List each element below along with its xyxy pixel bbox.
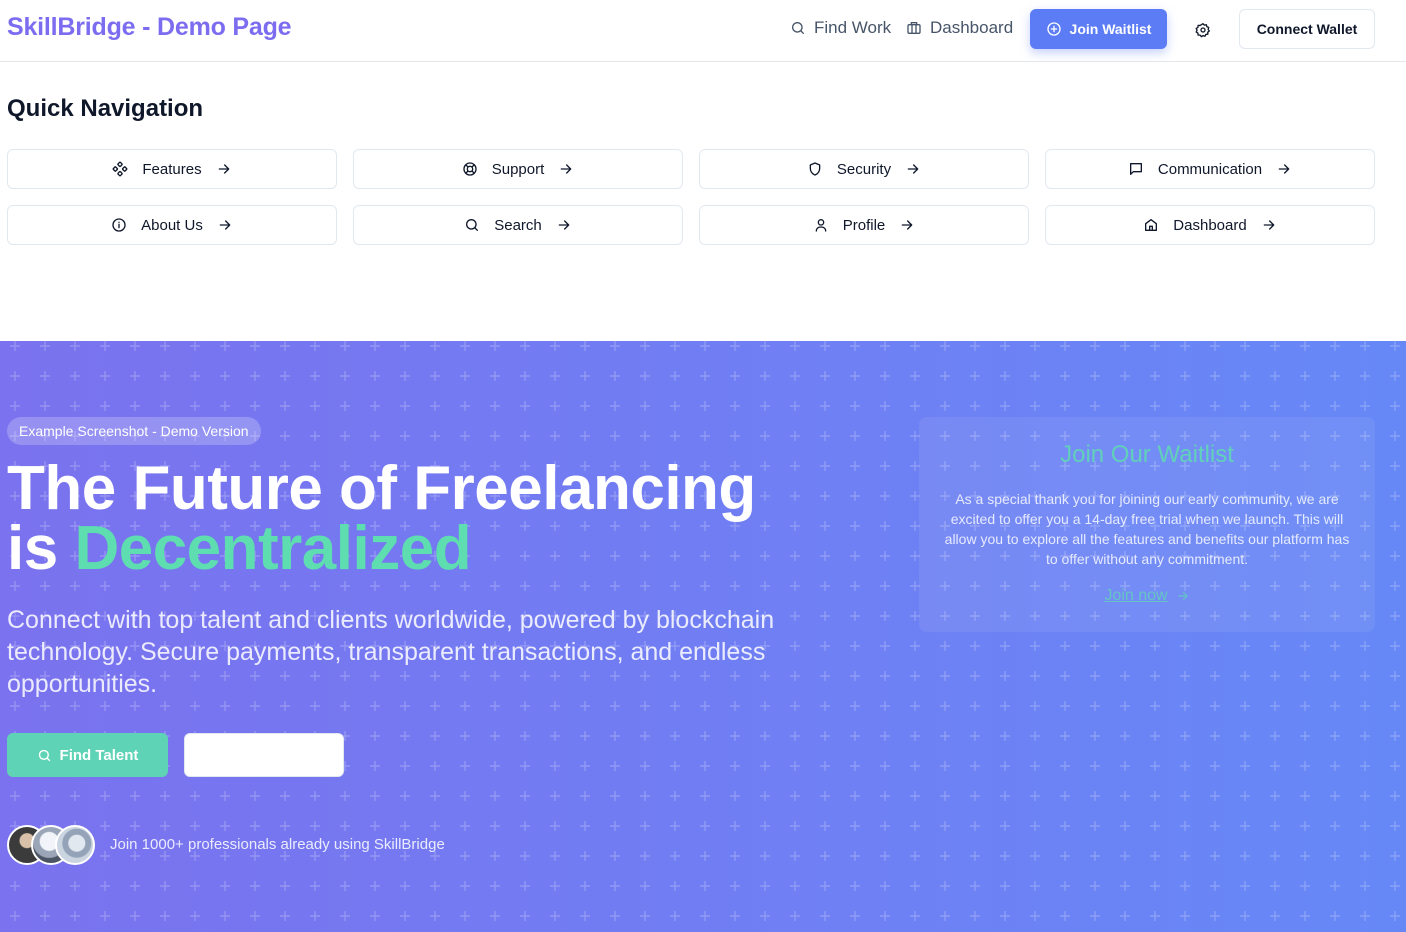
waitlist-card-body: As a special thank you for joining our e…	[944, 491, 1350, 567]
avatar	[55, 825, 95, 865]
quick-nav-about-us[interactable]: About Us	[7, 205, 337, 245]
quick-nav-communication-label: Communication	[1157, 160, 1263, 178]
top-header: SkillBridge - Demo Page Find Work Dashbo…	[0, 0, 1406, 62]
search-icon	[38, 749, 50, 761]
connect-wallet-button[interactable]: Connect Wallet	[1239, 9, 1375, 49]
hero-subtext: Connect with top talent and clients worl…	[7, 606, 775, 698]
plus-circle-icon	[1046, 22, 1061, 36]
arrow-right-icon	[558, 220, 570, 230]
arrow-right-icon	[907, 164, 919, 174]
arrow-right-icon	[1263, 220, 1275, 230]
settings-button[interactable]	[1187, 14, 1219, 46]
home-icon	[1145, 219, 1158, 231]
quick-nav-security-label: Security	[836, 160, 892, 178]
arrow-right-icon	[901, 220, 913, 230]
user-icon	[815, 219, 827, 232]
social-proof-text: Join 1000+ professionals already using S…	[110, 836, 445, 853]
quick-nav-communication[interactable]: Communication	[1045, 149, 1375, 189]
features-icon	[112, 161, 128, 177]
search-icon	[466, 219, 479, 231]
waitlist-card-title: Join Our Waitlist	[1060, 441, 1234, 468]
headline-is: is	[7, 514, 75, 583]
shield-icon	[809, 162, 821, 176]
headline-line-1: The Future of Freelancing	[7, 454, 756, 523]
quick-nav-about-us-label: About Us	[141, 216, 203, 234]
nav-dashboard[interactable]: Dashboard	[906, 18, 1013, 38]
arrow-right-icon	[218, 164, 229, 174]
quick-nav-support[interactable]: Support	[353, 149, 683, 189]
join-now-label: Join now	[1104, 587, 1168, 604]
arrow-right-icon	[1177, 591, 1188, 601]
nav-find-work[interactable]: Find Work	[790, 18, 891, 38]
brand-title[interactable]: SkillBridge - Demo Page	[7, 13, 292, 42]
arrow-right-icon	[560, 164, 572, 174]
nav-dashboard-label: Dashboard	[930, 18, 1014, 37]
find-talent-label: Find Talent	[59, 746, 139, 764]
secondary-button[interactable]	[184, 733, 344, 777]
nav-find-work-label: Find Work	[814, 18, 892, 37]
quick-nav-support-label: Support	[491, 160, 545, 178]
search-icon	[792, 22, 804, 34]
quick-nav-search[interactable]: Search	[353, 205, 683, 245]
quick-nav-dashboard-label: Dashboard	[1173, 216, 1247, 234]
demo-badge: Example Screenshot - Demo Version	[7, 417, 261, 445]
briefcase-icon	[907, 22, 921, 34]
waitlist-card: Join Our Waitlist As a special thank you…	[919, 417, 1375, 632]
quick-nav-profile[interactable]: Profile	[699, 205, 1029, 245]
quick-nav-features-label: Features	[142, 160, 202, 178]
quick-nav-dashboard[interactable]: Dashboard	[1045, 205, 1375, 245]
lifebuoy-icon	[463, 162, 477, 176]
gear-icon	[1195, 23, 1210, 38]
join-now-link[interactable]: Join now	[919, 587, 1375, 605]
message-icon	[1129, 163, 1142, 175]
arrow-right-icon	[1278, 164, 1290, 174]
info-icon	[112, 218, 126, 232]
quick-navigation-title: Quick Navigation	[7, 95, 204, 122]
avatar-group	[7, 825, 95, 865]
join-waitlist-button[interactable]: Join Waitlist	[1030, 9, 1167, 49]
find-talent-button[interactable]: Find Talent	[7, 733, 168, 777]
quick-nav-features[interactable]: Features	[7, 149, 337, 189]
quick-nav-security[interactable]: Security	[699, 149, 1029, 189]
headline-accent: Decentralized	[74, 514, 472, 583]
quick-nav-search-label: Search	[494, 216, 542, 234]
hero-headline: The Future of Freelancing is Decentraliz…	[7, 458, 756, 580]
join-waitlist-label: Join Waitlist	[1069, 21, 1152, 37]
arrow-right-icon	[219, 220, 231, 230]
quick-nav-profile-label: Profile	[842, 216, 886, 234]
hero-section: Example Screenshot - Demo Version The Fu…	[0, 341, 1406, 932]
quick-navigation-grid: Features Support Security Communication …	[7, 149, 1375, 245]
